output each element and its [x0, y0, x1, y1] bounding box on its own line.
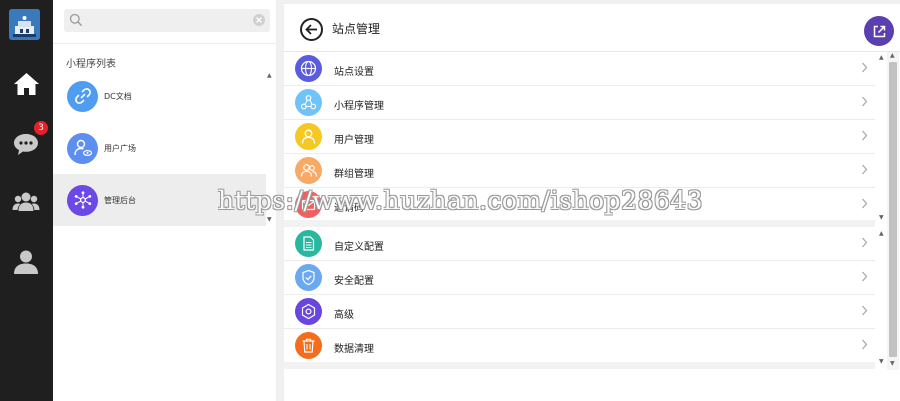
- chat-icon: [14, 134, 38, 155]
- chevron-right-icon: [862, 198, 868, 209]
- menu-item-label: 站点设置: [334, 67, 374, 78]
- mini-program-label: 管理后台: [104, 195, 136, 205]
- close-icon: [256, 17, 262, 23]
- menu-item-label: 数据清理: [334, 344, 374, 355]
- search-box: [64, 9, 270, 32]
- unread-badge: 3: [34, 121, 48, 135]
- scrollbar-thumb[interactable]: [889, 62, 897, 357]
- menu-item-label: 自定义配置: [334, 242, 384, 253]
- chevron-right-icon: [862, 62, 868, 73]
- menu-item-label: 高级: [334, 310, 354, 321]
- search-input[interactable]: [86, 12, 246, 29]
- divider: [53, 43, 276, 44]
- chevron-right-icon: [862, 96, 868, 107]
- cluster-icon: [295, 89, 322, 116]
- menu-item-group-management[interactable]: 群组管理: [284, 154, 875, 188]
- app-logo[interactable]: [9, 9, 40, 40]
- shield-icon: [295, 264, 322, 291]
- group-icon: [12, 192, 40, 211]
- group-divider: [284, 220, 875, 227]
- menu-item-label: 群组管理: [334, 169, 374, 180]
- network-icon: [67, 184, 98, 216]
- hexagon-gear-icon: [295, 298, 322, 325]
- menu-item-site-settings[interactable]: 站点设置: [284, 52, 875, 86]
- menu-item-label: 用户管理: [334, 135, 374, 146]
- group2-scrollbar[interactable]: ▲ ▼: [877, 228, 887, 368]
- scroll-up-icon[interactable]: ▲: [879, 54, 884, 61]
- link-icon: [67, 80, 98, 112]
- scroll-up-icon[interactable]: ▲: [890, 52, 895, 59]
- arrow-left-icon: [305, 24, 317, 35]
- rail-groups-button[interactable]: [8, 184, 44, 220]
- left-rail: 3: [0, 0, 53, 401]
- search-icon: [69, 13, 83, 27]
- group1-scrollbar[interactable]: ▲ ▼: [877, 52, 887, 224]
- trash-icon: [295, 332, 322, 359]
- menu-item-mini-program-management[interactable]: 小程序管理: [284, 86, 875, 120]
- chevron-right-icon: [862, 130, 868, 141]
- page-title: 站点管理: [332, 22, 381, 36]
- menu-item-security-config[interactable]: 安全配置: [284, 261, 875, 295]
- back-button[interactable]: [300, 18, 323, 41]
- clear-search-button[interactable]: [253, 14, 265, 26]
- person-icon: [14, 250, 38, 274]
- menu-item-custom-config[interactable]: 自定义配置: [284, 227, 875, 261]
- chevron-right-icon: [862, 305, 868, 316]
- globe-icon: [295, 55, 322, 82]
- mini-program-list-heading: 小程序列表: [66, 59, 116, 70]
- menu-item-label: 小程序管理: [334, 101, 384, 112]
- watermark-text: https://www.huzhan.com/ishop28643: [218, 186, 704, 215]
- rail-home-button[interactable]: [8, 66, 44, 102]
- bottom-spacer: [284, 362, 875, 369]
- external-link-icon: [873, 25, 885, 37]
- chevron-right-icon: [862, 271, 868, 282]
- scroll-down-icon[interactable]: ▼: [879, 214, 884, 221]
- document-icon: [295, 230, 322, 257]
- scroll-up-icon[interactable]: ▲: [267, 72, 272, 79]
- scroll-down-icon[interactable]: ▼: [267, 216, 272, 223]
- mini-program-label: 用户广场: [104, 143, 136, 153]
- user-icon: [295, 123, 322, 150]
- scroll-down-icon[interactable]: ▼: [890, 360, 895, 367]
- settings-group-2: 自定义配置 安全配置 高级 数据清理: [284, 227, 875, 363]
- page-scrollbar[interactable]: ▲ ▼: [887, 52, 899, 370]
- menu-item-user-management[interactable]: 用户管理: [284, 120, 875, 154]
- mini-program-item-user-plaza[interactable]: 用户广场: [53, 122, 266, 174]
- group-icon: [295, 157, 322, 184]
- chevron-right-icon: [862, 164, 868, 175]
- scroll-down-icon[interactable]: ▼: [879, 358, 884, 365]
- app-window: 3 小程序列表 DC文档 用户广场 管理后台 ▲ ▼ 站点管理 站点设置 小程序…: [0, 0, 900, 401]
- chevron-right-icon: [862, 339, 868, 350]
- user-eye-icon: [67, 132, 98, 164]
- mini-program-item-dc-docs[interactable]: DC文档: [53, 70, 266, 122]
- scroll-up-icon[interactable]: ▲: [879, 230, 884, 237]
- chevron-right-icon: [862, 237, 868, 248]
- mini-program-label: DC文档: [104, 91, 132, 101]
- rail-profile-button[interactable]: [8, 244, 44, 280]
- rail-messages-button[interactable]: 3: [8, 121, 48, 162]
- home-icon: [13, 73, 39, 95]
- panel-header: 站点管理: [284, 4, 900, 52]
- menu-item-label: 安全配置: [334, 276, 374, 287]
- open-external-button[interactable]: [864, 16, 894, 46]
- menu-item-advanced[interactable]: 高级: [284, 295, 875, 329]
- menu-item-data-cleanup[interactable]: 数据清理: [284, 329, 875, 363]
